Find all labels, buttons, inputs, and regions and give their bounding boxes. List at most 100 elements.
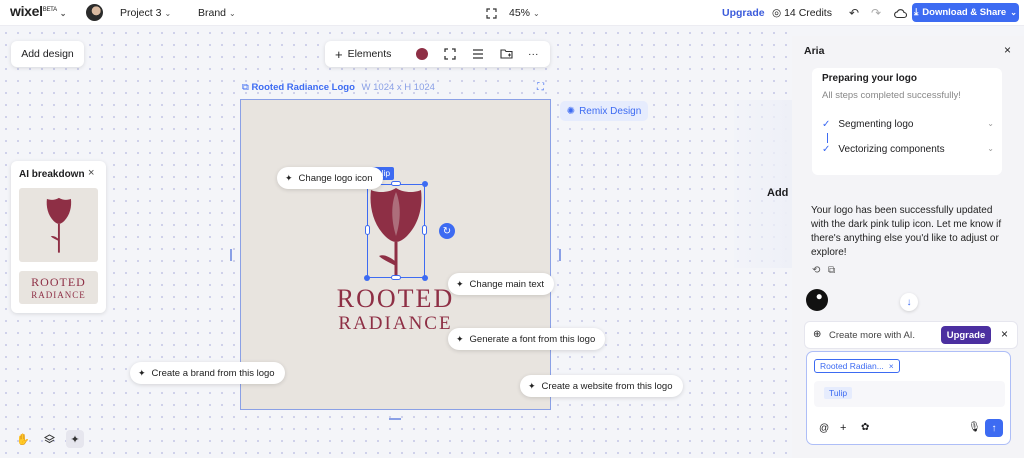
redo-icon[interactable]: ↷ — [867, 4, 885, 22]
adjacent-frame-label: Add — [767, 187, 789, 199]
close-icon[interactable]: × — [1004, 43, 1011, 57]
project-menu[interactable]: Project 3 ⌄ — [120, 6, 171, 21]
credits-icon: ◎ — [772, 7, 782, 19]
resize-handle-bottom[interactable] — [389, 418, 401, 420]
ai-breakdown-title: AI breakdown — [19, 169, 85, 180]
assistant-message: Your logo has been successfully updated … — [811, 205, 1002, 258]
mention-icon[interactable]: @ — [819, 423, 829, 434]
tag-chip[interactable]: Tulip — [824, 387, 853, 399]
elements-button[interactable]: + Elements — [335, 46, 391, 62]
scroll-down-icon[interactable]: ↓ — [900, 293, 918, 311]
create-website-button[interactable]: ✦ Create a website from this logo — [520, 375, 683, 397]
steps-status: All steps completed successfully! — [822, 90, 961, 101]
app-logo[interactable]: wixelBETA ⌄ — [10, 3, 67, 21]
fullscreen-icon[interactable]: ⛶ — [537, 82, 544, 93]
more-options-icon[interactable]: ··· — [528, 46, 539, 62]
plus-icon[interactable]: + — [840, 422, 846, 434]
step-item[interactable]: ✓ Segmenting logo ⌄ — [822, 119, 994, 130]
selection-handle-bottom[interactable] — [391, 275, 401, 280]
suggestion-label: Change logo icon — [298, 172, 373, 184]
chat-text-area[interactable]: Tulip — [814, 381, 1005, 407]
chevron-down-icon: ⌄ — [987, 144, 994, 153]
resize-handle-right[interactable] — [559, 249, 561, 261]
step-label: Vectorizing components — [838, 144, 945, 155]
fit-screen-icon[interactable] — [482, 4, 500, 22]
close-icon[interactable]: × — [1001, 327, 1008, 341]
undo-icon[interactable]: ↶ — [845, 4, 863, 22]
credits[interactable]: ◎ 14 Credits — [772, 6, 832, 20]
close-icon[interactable]: × — [88, 167, 94, 179]
check-icon: ✓ — [822, 144, 831, 155]
beta-badge: BETA — [42, 7, 57, 13]
align-icon[interactable] — [472, 46, 484, 62]
copy-icon[interactable]: ⧉ — [828, 265, 835, 276]
plus-icon: + — [335, 46, 343, 62]
add-to-folder-icon[interactable] — [500, 46, 513, 62]
download-share-button[interactable]: ⤓ Download & Share ⌄ — [912, 3, 1019, 22]
selection-handle[interactable] — [422, 275, 428, 281]
remix-design-button[interactable]: ✺ Remix Design — [560, 101, 648, 121]
sparkle-icon: ✦ — [456, 278, 464, 289]
selection-handle-left[interactable] — [365, 225, 370, 235]
ai-breakdown-panel: AI breakdown × ROOTED RADIANCE — [11, 161, 106, 313]
selection-handle-top[interactable] — [391, 181, 401, 186]
ai-credits-icon: ⊕ — [813, 329, 822, 340]
hand-tool-icon[interactable]: ✋ — [14, 430, 32, 448]
sparkle-icon: ✦ — [456, 333, 464, 344]
create-brand-button[interactable]: ✦ Create a brand from this logo — [130, 362, 285, 384]
step-connector — [827, 133, 828, 143]
avatar[interactable] — [86, 4, 103, 21]
frame-label[interactable]: ⧉ Rooted Radiance Logo W 1024 x H 1024 — [242, 82, 435, 93]
add-design-button[interactable]: Add design — [11, 41, 84, 67]
brand-menu[interactable]: Brand ⌄ — [198, 6, 236, 21]
frame-title: Rooted Radiance Logo — [251, 82, 355, 93]
microphone-icon[interactable]: 🎙 — [968, 422, 981, 433]
rotate-icon[interactable]: ↻ — [439, 223, 455, 239]
chat-input[interactable]: Rooted Radian... × Tulip @ + ✿ 🎙 ↑ — [806, 351, 1011, 445]
app-logo-text: wixel — [10, 3, 43, 19]
layers-icon[interactable] — [40, 430, 58, 448]
selection-box[interactable] — [367, 184, 425, 278]
panel-title: Aria — [804, 45, 825, 57]
upsell-text: Create more with AI. — [829, 330, 916, 341]
upsell-upgrade-button[interactable]: Upgrade — [941, 326, 991, 344]
context-chip-label: Rooted Radian... — [820, 361, 884, 371]
resize-handle-left[interactable] — [230, 249, 232, 261]
generate-font-button[interactable]: ✦ Generate a font from this logo — [448, 328, 606, 350]
upgrade-link[interactable]: Upgrade — [722, 6, 765, 20]
selection-handle[interactable] — [422, 181, 428, 187]
zoom-menu[interactable]: 45% ⌄ — [509, 6, 540, 21]
regenerate-icon[interactable]: ⟲ — [812, 265, 820, 276]
aria-avatar — [806, 289, 828, 311]
chevron-down-icon: ⌄ — [987, 119, 994, 128]
upsell-bar: ⊕ Create more with AI. Upgrade × — [804, 321, 1018, 349]
chevron-down-icon: ⌄ — [164, 9, 172, 18]
thumb-text-1: ROOTED — [31, 275, 86, 289]
step-label: Segmenting logo — [838, 119, 914, 130]
brand-kit-icon[interactable]: ✿ — [861, 422, 869, 433]
tulip-icon — [46, 197, 72, 253]
change-logo-icon-button[interactable]: ✦ Change logo icon — [277, 167, 383, 189]
suggestion-label: Generate a font from this logo — [469, 333, 596, 345]
text-thumbnail[interactable]: ROOTED RADIANCE — [19, 271, 98, 304]
cloud-sync-icon[interactable] — [891, 4, 909, 22]
chevron-down-icon: ⌄ — [533, 9, 540, 18]
ai-tool-icon[interactable]: ✦ — [66, 430, 84, 448]
top-bar: wixelBETA ⌄ Project 3 ⌄ Brand ⌄ 45% ⌄ Upgrad… — [0, 0, 1024, 26]
sparkle-icon: ✦ — [285, 172, 293, 183]
step-item[interactable]: ✓ Vectorizing components ⌄ — [822, 144, 994, 155]
selection-handle[interactable] — [364, 275, 370, 281]
close-icon[interactable]: × — [889, 361, 894, 371]
selection-handle-right[interactable] — [422, 225, 427, 235]
send-button[interactable]: ↑ — [985, 419, 1003, 437]
project-name: Project 3 — [120, 7, 162, 19]
change-main-text-button[interactable]: ✦ Change main text — [448, 273, 555, 295]
credits-label: 14 Credits — [784, 7, 832, 19]
remix-label: Remix Design — [579, 105, 642, 117]
icon-thumbnail[interactable] — [19, 188, 98, 262]
context-chip[interactable]: Rooted Radian... × — [814, 359, 900, 373]
color-swatch[interactable] — [416, 46, 428, 62]
crop-icon[interactable] — [444, 46, 456, 62]
element-toolbar: + Elements ··· — [325, 41, 550, 67]
download-label: Download & Share — [922, 7, 1007, 18]
